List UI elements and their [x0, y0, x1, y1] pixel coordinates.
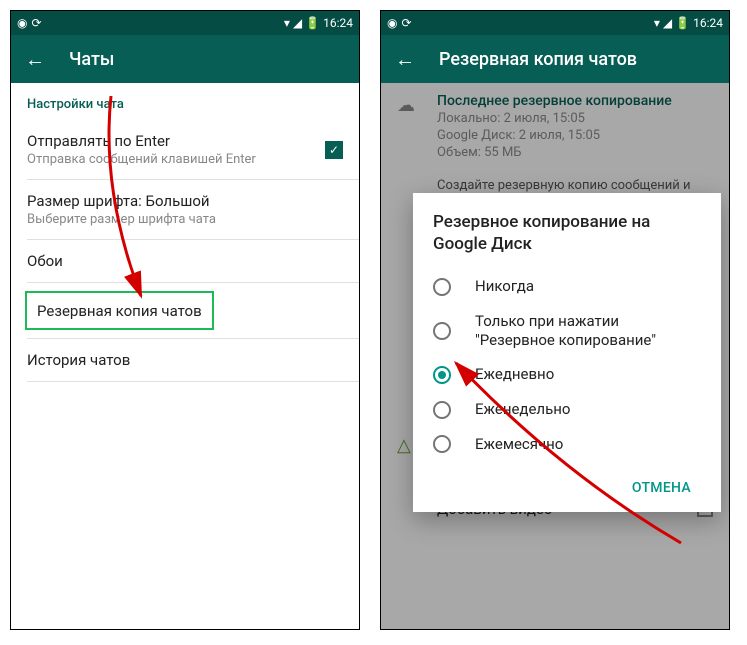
notif-icon: ◉	[387, 16, 397, 30]
radio-icon	[433, 322, 451, 340]
radio-option-monthly[interactable]: Ежемесячно	[433, 427, 701, 462]
radio-label: Еженедельно	[475, 400, 570, 419]
item-title: Отправлять по Enter	[27, 132, 325, 150]
item-title: Обои	[27, 252, 343, 270]
radio-icon-selected	[433, 366, 451, 384]
radio-option-never[interactable]: Никогда	[433, 269, 701, 304]
radio-icon	[433, 278, 451, 296]
radio-label: Ежедневно	[475, 365, 554, 384]
dialog-actions: ОТМЕНА	[433, 462, 701, 504]
notif-icon2: ⟳	[401, 16, 411, 30]
item-title: История чатов	[27, 351, 343, 369]
item-subtitle: Отправка сообщений клавишей Enter	[27, 152, 325, 167]
content-area: ☁ Последнее резервное копирование Локаль…	[381, 83, 729, 629]
item-subtitle: Выберите размер шрифта чата	[27, 212, 343, 227]
wifi-icon: ▾	[654, 16, 660, 30]
appbar-title: Резервная копия чатов	[439, 49, 637, 70]
dialog-title: Резервное копирование на Google Диск	[433, 211, 701, 255]
item-enter-send[interactable]: Отправлять по Enter Отправка сообщений к…	[11, 120, 359, 179]
back-icon[interactable]: ←	[395, 47, 415, 72]
radio-option-manual[interactable]: Только при нажатии "Резервное копировани…	[433, 304, 701, 358]
item-wallpaper[interactable]: Обои	[11, 240, 359, 282]
item-font-size[interactable]: Размер шрифта: Большой Выберите размер ш…	[11, 180, 359, 239]
status-bar: ◉ ⟳ ▾ ◢ 🔋 16:24	[11, 11, 359, 35]
clock: 16:24	[693, 16, 723, 30]
signal-icon: ◢	[663, 16, 672, 30]
appbar-title: Чаты	[69, 49, 114, 70]
backup-frequency-dialog: Резервное копирование на Google Диск Ник…	[413, 193, 721, 512]
app-bar: ← Чаты	[11, 35, 359, 83]
back-icon[interactable]: ←	[25, 47, 45, 72]
divider	[27, 282, 359, 283]
clock: 16:24	[323, 16, 353, 30]
battery-icon: 🔋	[305, 16, 320, 30]
radio-option-daily[interactable]: Ежедневно	[433, 357, 701, 392]
content-area: Настройки чата Отправлять по Enter Отпра…	[11, 83, 359, 382]
section-header: Настройки чата	[11, 83, 359, 120]
radio-option-weekly[interactable]: Еженедельно	[433, 392, 701, 427]
item-backup-highlight[interactable]: Резервная копия чатов	[25, 291, 214, 330]
cancel-button[interactable]: ОТМЕНА	[622, 472, 701, 504]
item-history[interactable]: История чатов	[11, 339, 359, 381]
radio-label: Никогда	[475, 277, 534, 296]
battery-icon: 🔋	[675, 16, 690, 30]
phone-screen-chats: ◉ ⟳ ▾ ◢ 🔋 16:24 ← Чаты Настройки чата От…	[10, 10, 360, 630]
phone-screen-backup: ◉ ⟳ ▾ ◢ 🔋 16:24 ← Резервная копия чатов …	[380, 10, 730, 630]
app-bar: ← Резервная копия чатов	[381, 35, 729, 83]
item-title: Резервная копия чатов	[37, 302, 202, 320]
notif-icon2: ⟳	[31, 16, 41, 30]
status-bar: ◉ ⟳ ▾ ◢ 🔋 16:24	[381, 11, 729, 35]
wifi-icon: ▾	[284, 16, 290, 30]
signal-icon: ◢	[293, 16, 302, 30]
divider	[27, 381, 359, 382]
radio-icon	[433, 435, 451, 453]
checkbox-checked-icon[interactable]: ✓	[325, 141, 343, 159]
notif-icon: ◉	[17, 16, 27, 30]
radio-label: Ежемесячно	[475, 435, 563, 454]
item-title: Размер шрифта: Большой	[27, 192, 343, 210]
radio-icon	[433, 401, 451, 419]
radio-label: Только при нажатии "Резервное копировани…	[475, 312, 701, 350]
